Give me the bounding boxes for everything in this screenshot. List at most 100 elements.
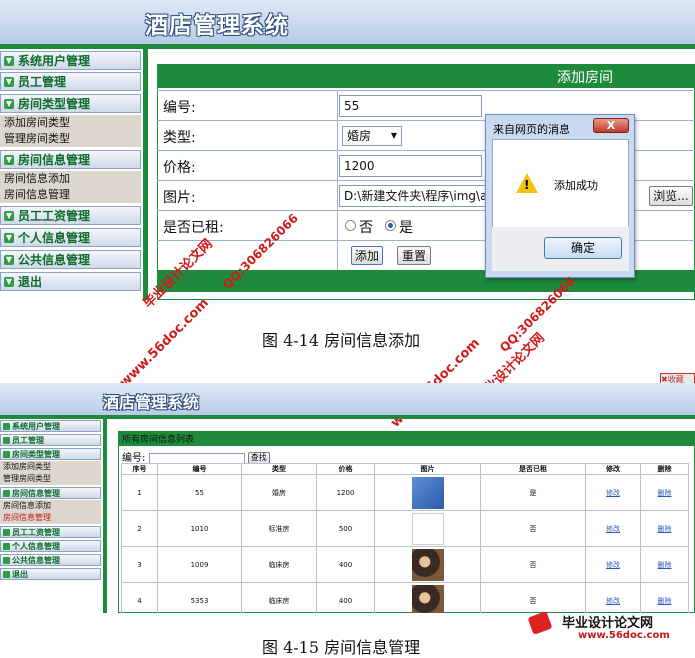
- edit-link[interactable]: 修改: [606, 525, 620, 533]
- col-image: 图片: [374, 463, 481, 475]
- sidebar-divider: [103, 419, 107, 613]
- cell-number: 55: [157, 474, 242, 511]
- col-number: 编号: [157, 463, 242, 475]
- cell-rented: 是: [480, 474, 586, 511]
- menu-logout[interactable]: 退出: [0, 568, 101, 580]
- download-arrow-icon: [3, 556, 10, 564]
- download-arrow-icon: [3, 450, 10, 458]
- submenu-add-room-info[interactable]: 房间信息添加: [0, 171, 141, 187]
- type-label: 类型:: [163, 130, 196, 146]
- cell-price: 400: [316, 546, 375, 583]
- submenu-add-room-type[interactable]: 添加房间类型: [0, 115, 141, 131]
- reset-button[interactable]: 重置: [397, 246, 431, 265]
- header-banner: 酒店管理系统: [0, 0, 695, 44]
- menu-personal[interactable]: 个人信息管理: [0, 540, 101, 552]
- menu-room-info[interactable]: 房间信息管理: [0, 487, 101, 499]
- download-arrow-icon: ▼: [4, 210, 14, 221]
- edit-link[interactable]: 修改: [606, 561, 620, 569]
- menu-room-type[interactable]: ▼ 房间类型管理: [0, 94, 141, 113]
- menu-room-info[interactable]: ▼ 房间信息管理: [0, 150, 141, 169]
- submenu-manage-room-type[interactable]: 管理房间类型: [0, 131, 141, 147]
- room-thumbnail: [411, 584, 444, 613]
- menu-staff[interactable]: 员工管理: [0, 434, 101, 446]
- cell-image: [374, 582, 481, 613]
- price-input[interactable]: 1200: [339, 155, 482, 177]
- download-arrow-icon: [3, 528, 10, 536]
- ok-button[interactable]: 确定: [544, 237, 622, 259]
- menu-public[interactable]: 公共信息管理: [0, 554, 101, 566]
- list-header: 所有房间信息列表: [118, 431, 695, 446]
- delete-link[interactable]: 删除: [658, 561, 672, 569]
- submenu-manage-room-type[interactable]: 管理房间类型: [0, 473, 101, 485]
- cell-price: 500: [316, 510, 375, 547]
- caption-4-15: 图 4-15 房间信息管理: [262, 638, 421, 657]
- submenu-manage-room-info[interactable]: 房间信息管理: [0, 187, 141, 203]
- search-input[interactable]: [148, 452, 245, 464]
- cell-type: 临床房: [241, 582, 317, 613]
- add-button[interactable]: 添加: [351, 246, 383, 265]
- menu-system-users[interactable]: 系统用户管理: [0, 420, 101, 432]
- cell-type: 婚房: [241, 474, 317, 511]
- col-type: 类型: [241, 463, 317, 475]
- cell-edit: 修改: [585, 474, 641, 511]
- col-rented: 是否已租: [480, 463, 586, 475]
- browse-button[interactable]: 浏览...: [649, 186, 693, 206]
- edit-link[interactable]: 修改: [606, 597, 620, 605]
- table-row: 3 1009 临床房 400 否 修改 删除: [121, 546, 689, 583]
- logo-text: 毕业设计论文网: [562, 616, 654, 631]
- cell-seq: 4: [121, 582, 158, 613]
- cell-delete: 删除: [640, 582, 689, 613]
- submenu-add-room-info[interactable]: 房间信息添加: [0, 500, 101, 512]
- cell-rented: 否: [480, 546, 586, 583]
- rented-no-label: 否: [359, 220, 373, 236]
- menu-system-users[interactable]: ▼ 系统用户管理: [0, 51, 141, 70]
- figure-room-add: 酒店管理系统 ▼ 系统用户管理 ▼ 员工管理 ▼ 房间类型管理 添加房间类型 管理房间…: [0, 0, 695, 300]
- dialog-title: 来自网页的消息: [493, 123, 570, 136]
- delete-link[interactable]: 删除: [658, 525, 672, 533]
- warning-mark: !: [524, 178, 530, 192]
- download-arrow-icon: ▼: [4, 76, 14, 87]
- cell-rented: 否: [480, 510, 586, 547]
- menu-room-type[interactable]: 房间类型管理: [0, 448, 101, 460]
- dialog-message: 添加成功: [554, 179, 598, 192]
- type-select[interactable]: 婚房 ▼: [342, 126, 402, 146]
- price-label: 价格:: [163, 160, 196, 176]
- rented-no-radio[interactable]: [345, 220, 356, 231]
- form-title: 添加房间: [557, 70, 613, 86]
- caption-4-14: 图 4-14 房间信息添加: [262, 331, 421, 350]
- cell-type: 临床房: [241, 546, 317, 583]
- download-arrow-icon: ▼: [4, 98, 14, 109]
- close-icon[interactable]: X: [593, 118, 629, 133]
- menu-staff[interactable]: ▼ 员工管理: [0, 72, 141, 91]
- rented-yes-radio[interactable]: [385, 220, 396, 231]
- room-thumbnail: [411, 476, 444, 509]
- logo-url: www.56doc.com: [578, 630, 670, 641]
- delete-link[interactable]: 删除: [658, 489, 672, 497]
- menu-logout[interactable]: ▼ 退出: [0, 272, 141, 291]
- room-thumbnail: [411, 548, 444, 581]
- submenu-add-room-type[interactable]: 添加房间类型: [0, 461, 101, 473]
- cell-number: 5353: [157, 582, 242, 613]
- alert-dialog: 来自网页的消息 X ! 添加成功 确定: [485, 114, 635, 278]
- menu-salary[interactable]: ▼ 员工工资管理: [0, 206, 141, 225]
- number-input[interactable]: 55: [339, 95, 482, 117]
- cell-edit: 修改: [585, 510, 641, 547]
- col-delete: 删除: [640, 463, 689, 475]
- cell-image: [374, 510, 481, 547]
- edit-link[interactable]: 修改: [606, 489, 620, 497]
- delete-link[interactable]: 删除: [658, 597, 672, 605]
- list-title: 所有房间信息列表: [122, 435, 195, 445]
- download-arrow-icon: ▼: [4, 55, 14, 66]
- cell-seq: 1: [121, 474, 158, 511]
- menu-public[interactable]: ▼ 公共信息管理: [0, 250, 141, 269]
- cell-price: 400: [316, 582, 375, 613]
- room-thumbnail: [411, 512, 444, 545]
- menu-salary[interactable]: 员工工资管理: [0, 526, 101, 538]
- submenu-manage-room-info[interactable]: 房间信息管理: [0, 512, 101, 524]
- image-label: 图片:: [163, 190, 196, 206]
- cell-number: 1010: [157, 510, 242, 547]
- download-arrow-icon: [3, 489, 10, 497]
- rented-yes-label: 是: [399, 220, 413, 236]
- menu-personal[interactable]: ▼ 个人信息管理: [0, 228, 141, 247]
- image-path-input[interactable]: D:\新建文件夹\程序\img\ad: [339, 185, 489, 207]
